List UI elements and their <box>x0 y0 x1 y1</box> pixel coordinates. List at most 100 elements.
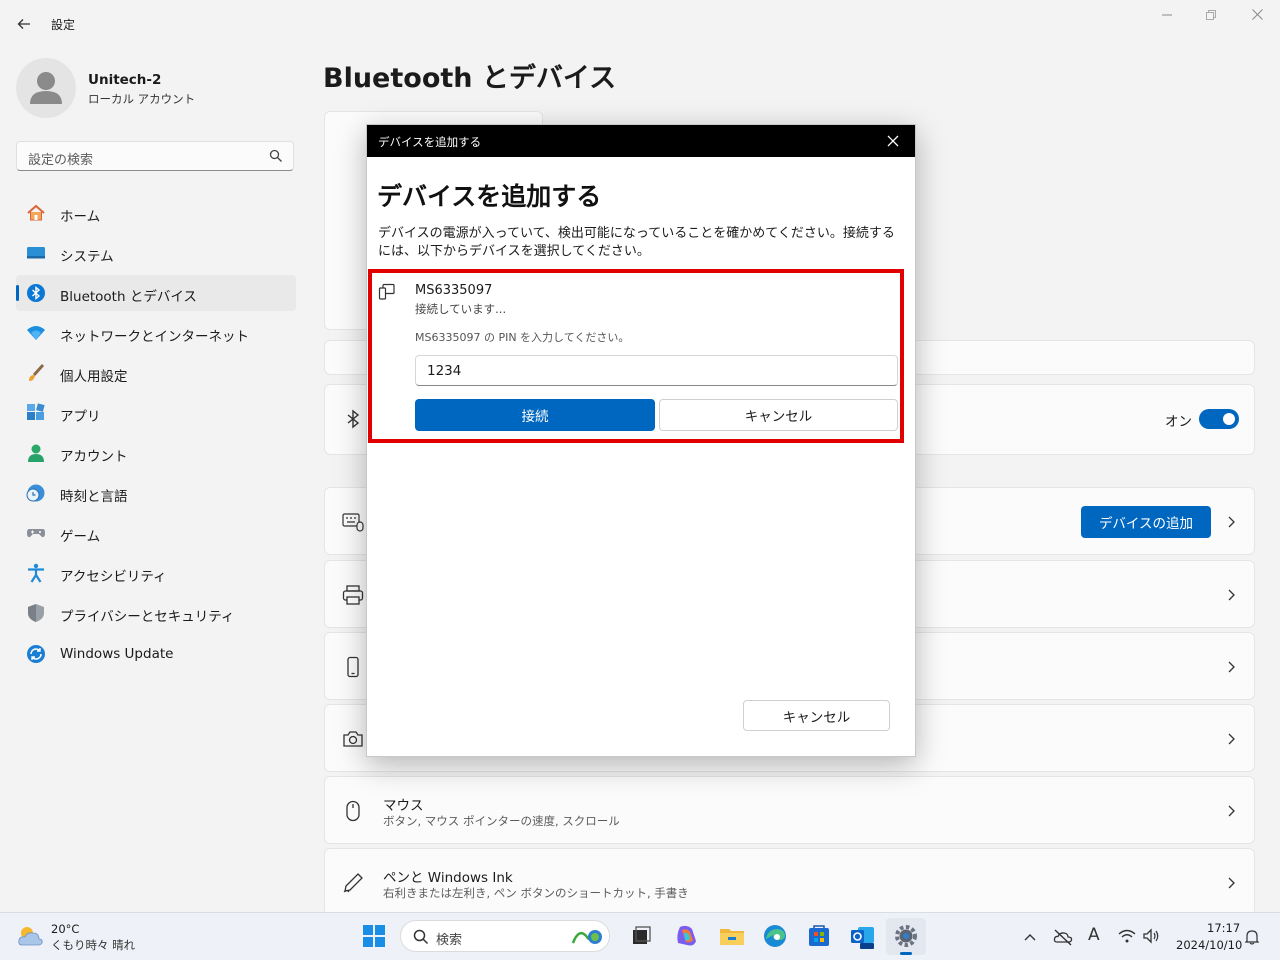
dialog-bar-title: デバイスを追加する <box>378 135 482 149</box>
settings-search-input[interactable]: 設定の検索 <box>16 141 294 171</box>
chevron-right-icon <box>1228 516 1235 528</box>
search-placeholder: 設定の検索 <box>28 153 94 168</box>
bluetooth-toggle[interactable] <box>1199 409 1239 429</box>
sidebar-item-network[interactable]: ネットワークとインターネット <box>16 315 296 351</box>
chevron-up-icon[interactable] <box>1022 929 1038 945</box>
restore-button[interactable] <box>1196 8 1226 26</box>
sidebar-item-personalization[interactable]: 個人用設定 <box>16 355 296 391</box>
account-icon <box>28 444 44 462</box>
task-view-icon[interactable] <box>626 921 656 951</box>
time-language-icon <box>26 484 45 502</box>
close-window-button[interactable] <box>1242 8 1272 26</box>
sidebar-item-home[interactable]: ホーム <box>16 195 296 231</box>
clock-date[interactable]: 2024/10/10 <box>1176 938 1242 952</box>
sidebar-item-accounts[interactable]: アカウント <box>16 435 296 471</box>
minimize-button[interactable] <box>1152 8 1182 26</box>
pen-row[interactable]: ペンと Windows Ink 右利きまたは左利き, ペン ボタンのショートカッ… <box>324 848 1255 916</box>
ime-indicator[interactable]: A <box>1088 925 1100 945</box>
onedrive-off-icon[interactable] <box>1053 927 1073 947</box>
bluetooth-state-label: オン <box>1165 414 1192 430</box>
sidebar-item-privacy[interactable]: プライバシーとセキュリティ <box>16 595 296 631</box>
copilot-icon[interactable] <box>672 921 702 951</box>
avatar[interactable] <box>16 58 76 118</box>
apps-icon <box>27 403 45 420</box>
sidebar-item-label: ホーム <box>60 209 101 225</box>
mouse-subtitle: ボタン, マウス ポインターの速度, スクロール <box>383 814 620 828</box>
sidebar-item-gaming[interactable]: ゲーム <box>16 515 296 551</box>
mouse-row[interactable]: マウス ボタン, マウス ポインターの速度, スクロール <box>324 776 1255 844</box>
mouse-icon <box>346 800 360 822</box>
user-avatar-icon <box>30 72 62 104</box>
microsoft-store-icon[interactable] <box>804 921 834 951</box>
system-icon <box>27 247 45 259</box>
pen-icon <box>343 873 363 893</box>
sidebar-item-windows-update[interactable]: Windows Update <box>16 636 296 672</box>
sidebar-item-label: アカウント <box>60 449 128 465</box>
shield-icon <box>28 604 44 622</box>
dialog-cancel-button[interactable]: キャンセル <box>743 700 890 731</box>
taskbar-search-placeholder: 検索 <box>436 933 463 948</box>
close-icon[interactable] <box>885 133 901 149</box>
search-icon <box>269 149 282 162</box>
sidebar-item-time-language[interactable]: 時刻と言語 <box>16 475 296 511</box>
active-app-indicator <box>900 952 912 955</box>
sidebar-item-label: アクセシビリティ <box>60 569 167 585</box>
add-device-button[interactable]: デバイスの追加 <box>1081 506 1211 538</box>
sidebar-item-label: Bluetooth とデバイス <box>60 289 197 305</box>
windows-start-icon[interactable] <box>359 921 389 951</box>
sidebar-item-label: プライバシーとセキュリティ <box>60 609 235 625</box>
weather-temperature: 20°C <box>51 922 80 936</box>
file-explorer-icon[interactable] <box>717 921 747 951</box>
clock-time[interactable]: 17:17 <box>1207 921 1240 935</box>
toggle-knob <box>1223 413 1235 425</box>
sidebar-item-label: Windows Update <box>60 646 174 662</box>
camera-icon <box>343 731 363 747</box>
sidebar-item-label: 個人用設定 <box>60 369 128 385</box>
sidebar-item-apps[interactable]: アプリ <box>16 395 296 431</box>
volume-icon[interactable] <box>1142 928 1160 944</box>
add-device-dialog: デバイスを追加する デバイスを追加する デバイスの電源が入っていて、検出可能にな… <box>366 124 916 757</box>
weather-cloud-sun-icon[interactable] <box>16 923 44 949</box>
sidebar-item-label: ゲーム <box>60 529 101 545</box>
phone-icon <box>347 656 359 678</box>
sidebar-item-system[interactable]: システム <box>16 235 296 271</box>
sidebar-item-label: 時刻と言語 <box>60 489 128 505</box>
search-highlight-icon <box>571 930 602 944</box>
settings-gear-icon <box>895 925 917 947</box>
outlook-new-icon[interactable] <box>848 921 878 951</box>
back-arrow-icon <box>17 19 30 29</box>
chevron-right-icon <box>1228 877 1235 889</box>
sidebar-item-label: ネットワークとインターネット <box>60 329 249 345</box>
accessibility-icon <box>28 563 44 583</box>
title-bar: 設定 <box>0 0 1280 48</box>
update-icon <box>27 645 45 663</box>
close-icon <box>1251 9 1263 20</box>
selection-indicator <box>16 285 19 301</box>
pen-title: ペンと Windows Ink <box>383 870 513 886</box>
wifi-status-icon[interactable] <box>1118 928 1136 944</box>
sidebar-item-accessibility[interactable]: アクセシビリティ <box>16 555 296 591</box>
weather-description: くもり時々 晴れ <box>51 938 136 952</box>
pen-subtitle: 右利きまたは左利き, ペン ボタンのショートカット, 手書き <box>383 886 689 900</box>
taskbar-search[interactable]: 検索 <box>400 920 610 952</box>
chevron-right-icon <box>1228 661 1235 673</box>
brush-icon <box>29 363 45 381</box>
taskbar: 20°C くもり時々 晴れ 検索 A 17:17 2024/10/10 <box>0 912 1280 960</box>
dialog-title-bar: デバイスを追加する <box>367 125 915 157</box>
settings-taskbar-button[interactable] <box>886 918 926 955</box>
minimize-icon <box>1162 14 1172 16</box>
back-button[interactable] <box>10 12 38 36</box>
chevron-right-icon <box>1228 805 1235 817</box>
wifi-icon <box>27 326 45 340</box>
notification-bell-icon[interactable] <box>1245 929 1259 945</box>
printer-icon <box>342 585 364 605</box>
sidebar-item-label: アプリ <box>60 409 101 425</box>
sidebar-item-bluetooth[interactable]: Bluetooth とデバイス <box>16 275 296 311</box>
account-type: ローカル アカウント <box>88 92 196 106</box>
user-name: Unitech-2 <box>88 72 162 88</box>
edge-browser-icon[interactable] <box>760 921 790 951</box>
chevron-right-icon <box>1228 589 1235 601</box>
app-title: 設定 <box>51 18 76 32</box>
dialog-description: デバイスの電源が入っていて、検出可能になっていることを確かめてください。接続する… <box>378 226 895 259</box>
page-title: Bluetooth とデバイス <box>323 63 617 94</box>
